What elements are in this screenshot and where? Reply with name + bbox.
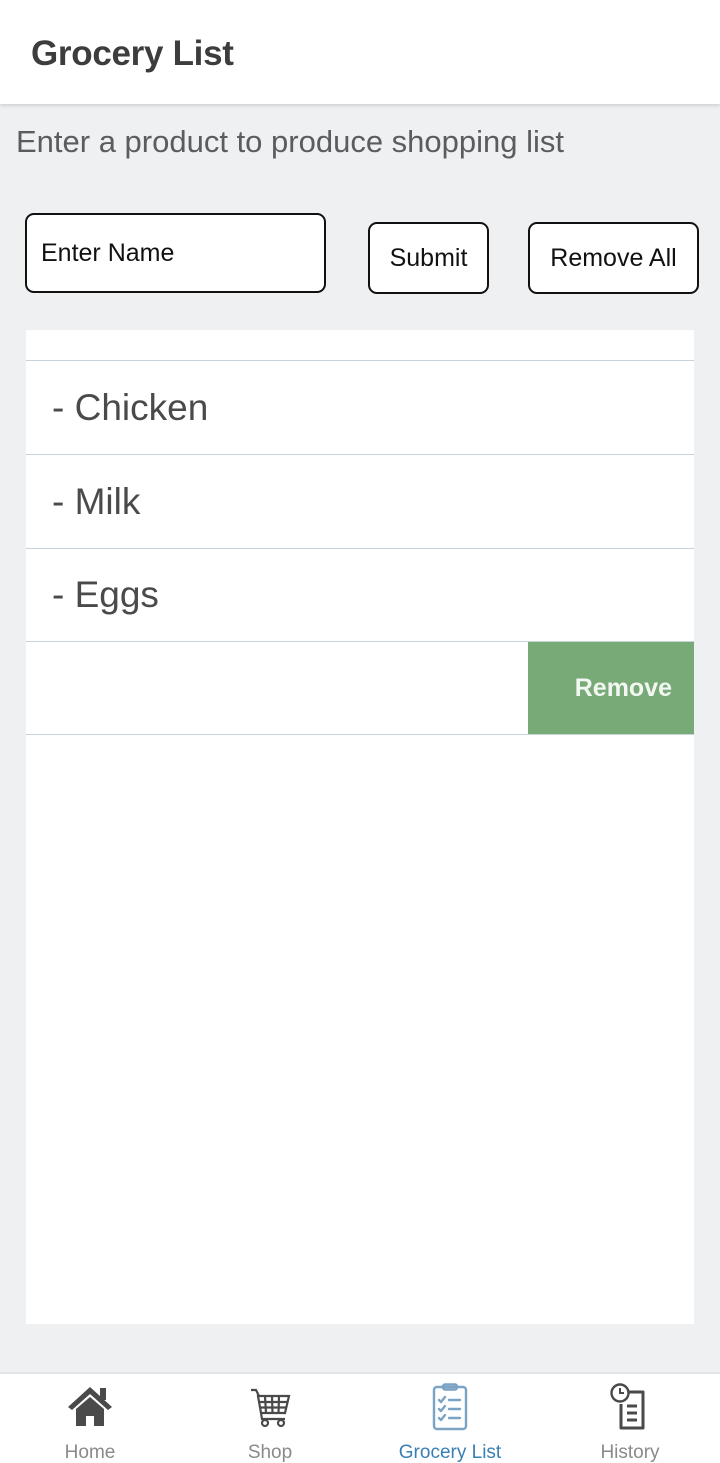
nav-item-home[interactable]: Home xyxy=(0,1374,180,1463)
list-item-swiped[interactable]: Remove xyxy=(26,641,694,735)
instruction-text: Enter a product to produce shopping list xyxy=(16,124,565,159)
product-name-input[interactable] xyxy=(25,213,326,293)
list-item-label: - Chicken xyxy=(52,386,209,428)
list-item[interactable]: - Eggs xyxy=(26,548,694,641)
list-divider xyxy=(26,734,694,735)
bottom-navigation: Home Shop Grocery List History xyxy=(0,1372,720,1463)
grocery-list: - Chicken - Milk - Eggs Remove xyxy=(26,330,694,1324)
list-item-label: - Milk xyxy=(52,480,141,522)
clipboard-checklist-icon xyxy=(432,1383,468,1431)
submit-button[interactable]: Submit xyxy=(368,222,489,294)
shopping-cart-icon xyxy=(251,1388,291,1428)
nav-label: Grocery List xyxy=(398,1442,502,1463)
app-root: Grocery List Enter a product to produce … xyxy=(0,0,720,1463)
remove-all-button[interactable]: Remove All xyxy=(528,222,699,294)
history-document-icon xyxy=(610,1383,645,1430)
swipe-remove-button[interactable]: Remove xyxy=(528,642,694,735)
nav-label: Home xyxy=(64,1442,116,1463)
nav-label: History xyxy=(600,1442,660,1463)
nav-item-shop[interactable]: Shop xyxy=(180,1374,360,1463)
nav-item-history[interactable]: History xyxy=(540,1374,720,1463)
nav-item-grocery-list[interactable]: Grocery List xyxy=(360,1374,540,1463)
home-icon xyxy=(68,1387,112,1426)
app-header: Grocery List xyxy=(0,0,720,104)
list-item-label: - Eggs xyxy=(52,574,159,615)
nav-label: Shop xyxy=(247,1442,293,1463)
list-item[interactable]: - Milk xyxy=(26,454,694,548)
list-item[interactable]: - Chicken xyxy=(26,360,694,454)
page-title: Grocery List xyxy=(31,34,234,73)
